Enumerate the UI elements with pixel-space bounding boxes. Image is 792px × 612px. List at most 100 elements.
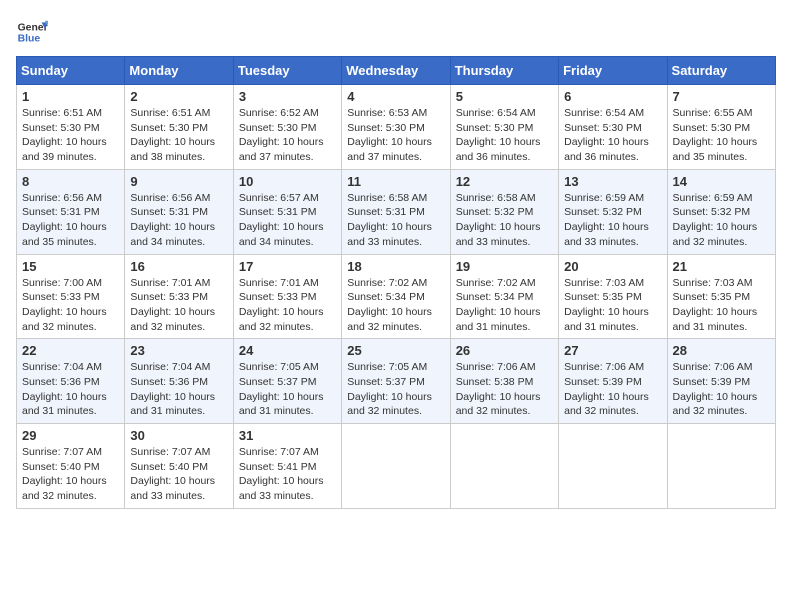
calendar-day-cell: 25 Sunrise: 7:05 AM Sunset: 5:37 PM Dayl… [342,339,450,424]
calendar-day-cell: 11 Sunrise: 6:58 AM Sunset: 5:31 PM Dayl… [342,169,450,254]
day-info: Sunrise: 7:07 AM Sunset: 5:41 PM Dayligh… [239,445,336,504]
calendar-day-cell [450,424,558,509]
day-number: 12 [456,174,553,189]
calendar-day-cell: 16 Sunrise: 7:01 AM Sunset: 5:33 PM Dayl… [125,254,233,339]
day-info: Sunrise: 6:54 AM Sunset: 5:30 PM Dayligh… [456,106,553,165]
day-info: Sunrise: 7:02 AM Sunset: 5:34 PM Dayligh… [347,276,444,335]
calendar-day-cell: 5 Sunrise: 6:54 AM Sunset: 5:30 PM Dayli… [450,85,558,170]
calendar-day-cell: 14 Sunrise: 6:59 AM Sunset: 5:32 PM Dayl… [667,169,775,254]
calendar-week-row: 8 Sunrise: 6:56 AM Sunset: 5:31 PM Dayli… [17,169,776,254]
day-info: Sunrise: 6:53 AM Sunset: 5:30 PM Dayligh… [347,106,444,165]
calendar-header-row: SundayMondayTuesdayWednesdayThursdayFrid… [17,57,776,85]
day-info: Sunrise: 6:59 AM Sunset: 5:32 PM Dayligh… [673,191,770,250]
calendar-day-cell: 9 Sunrise: 6:56 AM Sunset: 5:31 PM Dayli… [125,169,233,254]
day-number: 30 [130,428,227,443]
calendar-day-cell: 4 Sunrise: 6:53 AM Sunset: 5:30 PM Dayli… [342,85,450,170]
day-info: Sunrise: 7:03 AM Sunset: 5:35 PM Dayligh… [564,276,661,335]
calendar-week-row: 29 Sunrise: 7:07 AM Sunset: 5:40 PM Dayl… [17,424,776,509]
day-of-week-header: Sunday [17,57,125,85]
day-number: 21 [673,259,770,274]
day-info: Sunrise: 7:04 AM Sunset: 5:36 PM Dayligh… [130,360,227,419]
day-number: 26 [456,343,553,358]
calendar-day-cell: 19 Sunrise: 7:02 AM Sunset: 5:34 PM Dayl… [450,254,558,339]
day-number: 27 [564,343,661,358]
day-number: 28 [673,343,770,358]
calendar-week-row: 22 Sunrise: 7:04 AM Sunset: 5:36 PM Dayl… [17,339,776,424]
day-info: Sunrise: 7:05 AM Sunset: 5:37 PM Dayligh… [239,360,336,419]
calendar-day-cell: 3 Sunrise: 6:52 AM Sunset: 5:30 PM Dayli… [233,85,341,170]
calendar-day-cell: 20 Sunrise: 7:03 AM Sunset: 5:35 PM Dayl… [559,254,667,339]
day-number: 4 [347,89,444,104]
calendar-table: SundayMondayTuesdayWednesdayThursdayFrid… [16,56,776,509]
day-number: 5 [456,89,553,104]
page-header: General Blue [16,16,776,48]
day-info: Sunrise: 7:06 AM Sunset: 5:39 PM Dayligh… [564,360,661,419]
calendar-day-cell: 22 Sunrise: 7:04 AM Sunset: 5:36 PM Dayl… [17,339,125,424]
day-number: 22 [22,343,119,358]
day-info: Sunrise: 6:56 AM Sunset: 5:31 PM Dayligh… [22,191,119,250]
calendar-day-cell: 31 Sunrise: 7:07 AM Sunset: 5:41 PM Dayl… [233,424,341,509]
calendar-day-cell: 15 Sunrise: 7:00 AM Sunset: 5:33 PM Dayl… [17,254,125,339]
day-info: Sunrise: 6:55 AM Sunset: 5:30 PM Dayligh… [673,106,770,165]
day-info: Sunrise: 7:07 AM Sunset: 5:40 PM Dayligh… [130,445,227,504]
day-of-week-header: Tuesday [233,57,341,85]
day-info: Sunrise: 7:07 AM Sunset: 5:40 PM Dayligh… [22,445,119,504]
calendar-day-cell: 18 Sunrise: 7:02 AM Sunset: 5:34 PM Dayl… [342,254,450,339]
day-info: Sunrise: 7:05 AM Sunset: 5:37 PM Dayligh… [347,360,444,419]
day-of-week-header: Thursday [450,57,558,85]
day-number: 31 [239,428,336,443]
day-number: 13 [564,174,661,189]
day-number: 9 [130,174,227,189]
day-info: Sunrise: 7:06 AM Sunset: 5:38 PM Dayligh… [456,360,553,419]
day-number: 10 [239,174,336,189]
day-of-week-header: Monday [125,57,233,85]
calendar-day-cell: 27 Sunrise: 7:06 AM Sunset: 5:39 PM Dayl… [559,339,667,424]
day-number: 25 [347,343,444,358]
day-number: 1 [22,89,119,104]
calendar-day-cell: 10 Sunrise: 6:57 AM Sunset: 5:31 PM Dayl… [233,169,341,254]
calendar-day-cell: 13 Sunrise: 6:59 AM Sunset: 5:32 PM Dayl… [559,169,667,254]
day-number: 19 [456,259,553,274]
calendar-day-cell: 1 Sunrise: 6:51 AM Sunset: 5:30 PM Dayli… [17,85,125,170]
calendar-day-cell: 2 Sunrise: 6:51 AM Sunset: 5:30 PM Dayli… [125,85,233,170]
day-number: 7 [673,89,770,104]
day-number: 18 [347,259,444,274]
calendar-day-cell: 21 Sunrise: 7:03 AM Sunset: 5:35 PM Dayl… [667,254,775,339]
day-info: Sunrise: 6:59 AM Sunset: 5:32 PM Dayligh… [564,191,661,250]
calendar-day-cell: 26 Sunrise: 7:06 AM Sunset: 5:38 PM Dayl… [450,339,558,424]
calendar-day-cell: 17 Sunrise: 7:01 AM Sunset: 5:33 PM Dayl… [233,254,341,339]
day-number: 2 [130,89,227,104]
day-of-week-header: Wednesday [342,57,450,85]
day-of-week-header: Saturday [667,57,775,85]
day-number: 29 [22,428,119,443]
day-info: Sunrise: 6:58 AM Sunset: 5:32 PM Dayligh… [456,191,553,250]
day-number: 16 [130,259,227,274]
calendar-week-row: 15 Sunrise: 7:00 AM Sunset: 5:33 PM Dayl… [17,254,776,339]
day-number: 17 [239,259,336,274]
day-info: Sunrise: 6:52 AM Sunset: 5:30 PM Dayligh… [239,106,336,165]
day-number: 6 [564,89,661,104]
day-number: 23 [130,343,227,358]
svg-text:Blue: Blue [18,34,41,45]
day-number: 14 [673,174,770,189]
day-info: Sunrise: 6:51 AM Sunset: 5:30 PM Dayligh… [130,106,227,165]
calendar-day-cell: 24 Sunrise: 7:05 AM Sunset: 5:37 PM Dayl… [233,339,341,424]
day-number: 20 [564,259,661,274]
day-of-week-header: Friday [559,57,667,85]
calendar-day-cell [342,424,450,509]
calendar-day-cell [667,424,775,509]
calendar-day-cell: 7 Sunrise: 6:55 AM Sunset: 5:30 PM Dayli… [667,85,775,170]
calendar-day-cell: 29 Sunrise: 7:07 AM Sunset: 5:40 PM Dayl… [17,424,125,509]
day-info: Sunrise: 7:06 AM Sunset: 5:39 PM Dayligh… [673,360,770,419]
day-info: Sunrise: 7:01 AM Sunset: 5:33 PM Dayligh… [130,276,227,335]
day-info: Sunrise: 6:58 AM Sunset: 5:31 PM Dayligh… [347,191,444,250]
logo: General Blue [16,16,48,48]
calendar-week-row: 1 Sunrise: 6:51 AM Sunset: 5:30 PM Dayli… [17,85,776,170]
calendar-day-cell: 23 Sunrise: 7:04 AM Sunset: 5:36 PM Dayl… [125,339,233,424]
day-number: 8 [22,174,119,189]
day-info: Sunrise: 6:56 AM Sunset: 5:31 PM Dayligh… [130,191,227,250]
day-info: Sunrise: 6:54 AM Sunset: 5:30 PM Dayligh… [564,106,661,165]
day-info: Sunrise: 7:02 AM Sunset: 5:34 PM Dayligh… [456,276,553,335]
calendar-day-cell: 8 Sunrise: 6:56 AM Sunset: 5:31 PM Dayli… [17,169,125,254]
day-number: 15 [22,259,119,274]
